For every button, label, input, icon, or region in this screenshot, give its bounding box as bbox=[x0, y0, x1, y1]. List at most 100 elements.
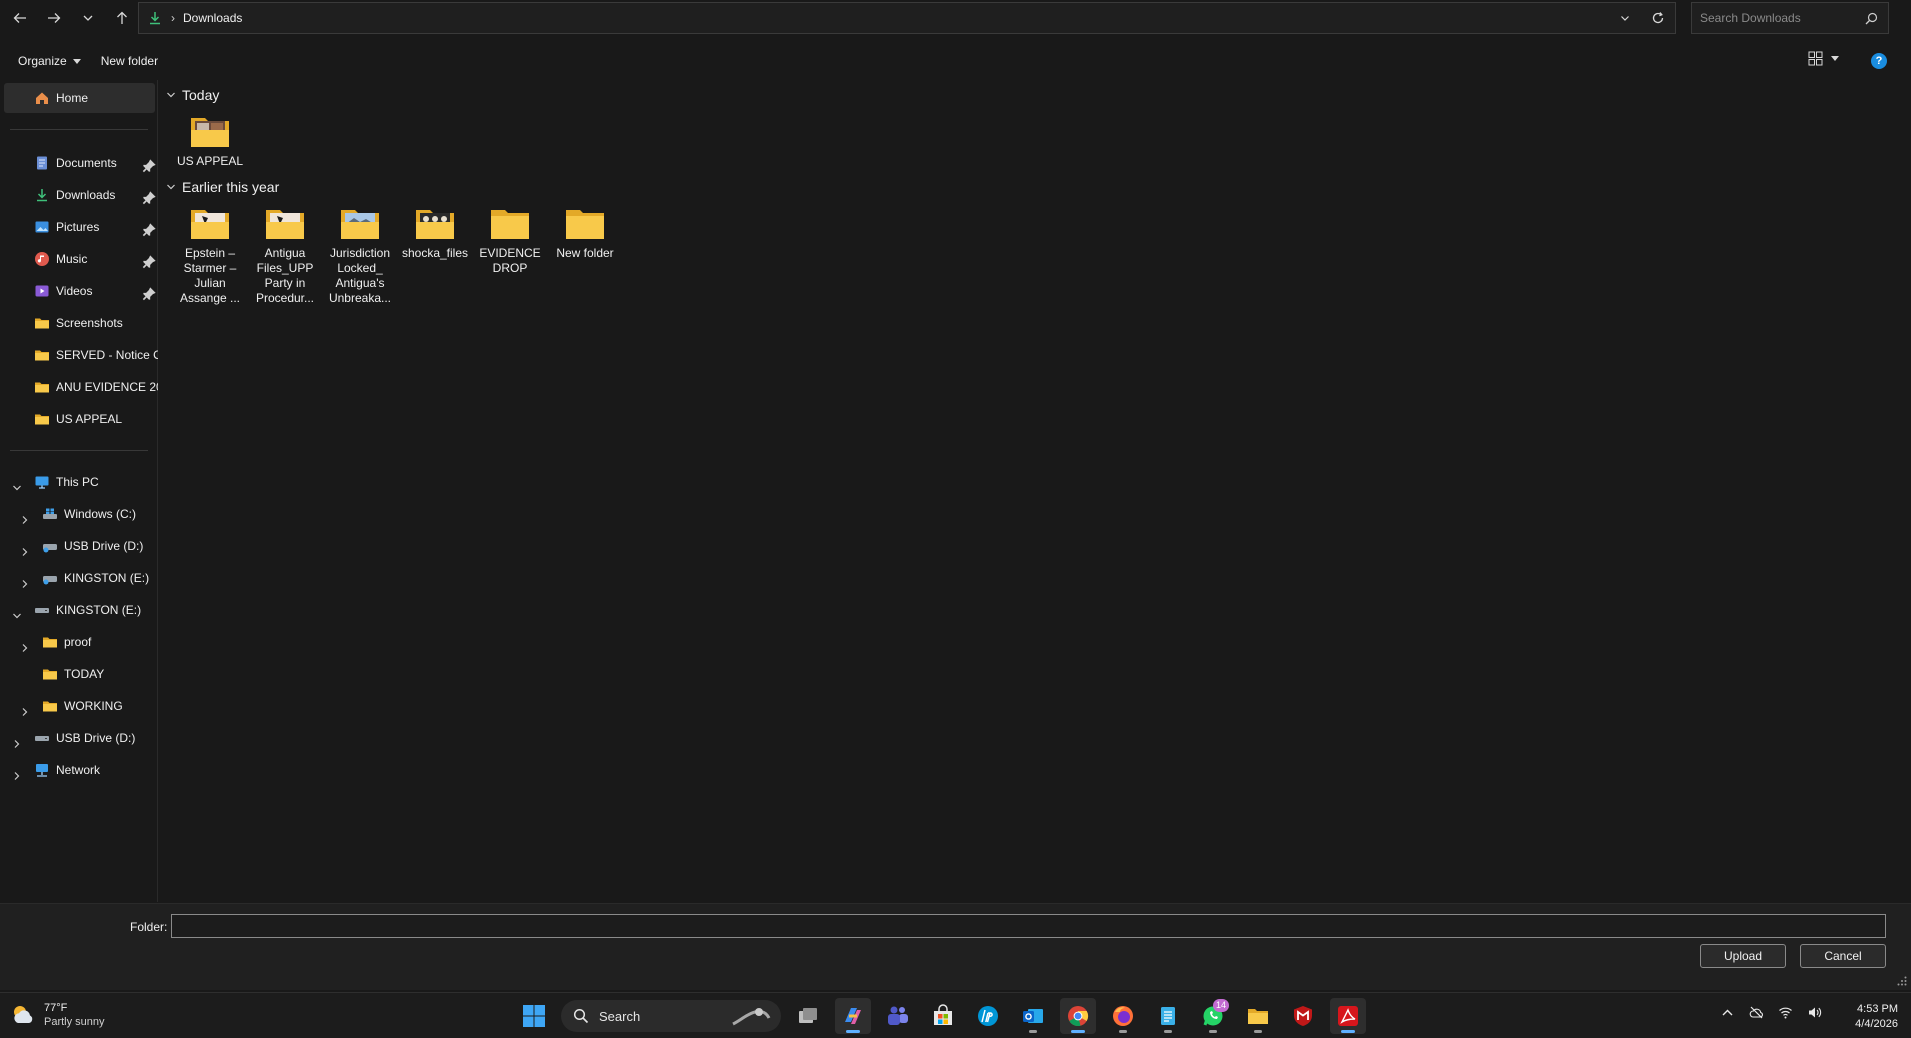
nav-this-pc[interactable]: This PC bbox=[34, 467, 158, 497]
nav-home[interactable]: Home bbox=[4, 83, 155, 113]
store-icon bbox=[934, 1004, 952, 1025]
back-button[interactable] bbox=[3, 0, 37, 36]
folder-item[interactable]: EVIDENCE DROP bbox=[474, 208, 546, 276]
nav-item-label: Pictures bbox=[56, 220, 100, 234]
cloud-off-icon[interactable] bbox=[1749, 1005, 1764, 1020]
nav-kingston-e-sub[interactable]: KINGSTON (E:) bbox=[42, 563, 158, 593]
nav-documents[interactable]: Documents bbox=[34, 148, 158, 178]
change-view-button[interactable] bbox=[1808, 51, 1839, 66]
nav-videos[interactable]: Videos bbox=[34, 276, 158, 306]
pin-icon[interactable] bbox=[142, 190, 157, 205]
nav-item-label: WORKING bbox=[64, 699, 123, 713]
resize-grip-icon[interactable] bbox=[1897, 976, 1907, 986]
nav-usb-drive-d-root[interactable]: USB Drive (D:) bbox=[34, 723, 158, 753]
folder-item[interactable]: US APPEAL bbox=[174, 116, 246, 169]
address-bar[interactable]: › Downloads bbox=[138, 2, 1676, 34]
nav-screenshots[interactable]: Screenshots bbox=[34, 308, 158, 338]
usb-drive-icon bbox=[43, 576, 57, 585]
grid-view-icon bbox=[1808, 51, 1823, 66]
volume-icon[interactable] bbox=[1807, 1005, 1822, 1020]
cancel-button[interactable]: Cancel bbox=[1800, 944, 1886, 968]
chevron-down-icon[interactable] bbox=[12, 483, 22, 493]
folder-item[interactable]: Jurisdiction Locked_ Antigua's Unbreaka.… bbox=[324, 208, 396, 306]
pin-icon[interactable] bbox=[142, 254, 157, 269]
pin-icon[interactable] bbox=[142, 286, 157, 301]
chevron-right-icon[interactable] bbox=[20, 515, 30, 525]
start-button[interactable] bbox=[516, 998, 552, 1034]
notification-badge: 14 bbox=[1212, 999, 1229, 1012]
weather-widget[interactable]: 77°F Partly sunny bbox=[10, 1001, 105, 1029]
nav-divider bbox=[10, 450, 148, 451]
nav-folder-today[interactable]: TODAY bbox=[42, 659, 158, 689]
taskbar-app-copilot[interactable] bbox=[835, 998, 871, 1034]
download-icon bbox=[37, 189, 47, 202]
chevron-right-icon[interactable] bbox=[20, 547, 30, 557]
chevron-right-icon[interactable] bbox=[12, 771, 22, 781]
clock-date: 4/4/2026 bbox=[1855, 1018, 1898, 1030]
chevron-right-icon[interactable] bbox=[20, 643, 30, 653]
folder-item[interactable]: Antigua Files_UPP Party in Procedur... bbox=[249, 208, 321, 306]
group-header-today[interactable]: Today bbox=[166, 87, 219, 103]
taskbar-app-acrobat[interactable] bbox=[1330, 998, 1366, 1034]
group-header-earlier-this-year[interactable]: Earlier this year bbox=[166, 179, 279, 195]
taskbar-search[interactable]: Search bbox=[561, 1000, 781, 1032]
pin-icon[interactable] bbox=[142, 222, 157, 237]
wifi-icon[interactable] bbox=[1778, 1005, 1793, 1020]
usb-drive-icon bbox=[43, 544, 57, 553]
taskbar-app-firefox[interactable] bbox=[1105, 998, 1141, 1034]
nav-downloads[interactable]: Downloads bbox=[34, 180, 158, 210]
nav-folder-working[interactable]: WORKING bbox=[42, 691, 158, 721]
taskbar-app-outlook[interactable] bbox=[1015, 998, 1051, 1034]
nav-item-label: KINGSTON (E:) bbox=[64, 571, 150, 585]
photo-folder-icon bbox=[341, 210, 379, 239]
breadcrumb-downloads[interactable]: Downloads bbox=[183, 11, 242, 25]
folder-item[interactable]: Epstein – Starmer – Julian Assange ... bbox=[174, 208, 246, 306]
nav-served-notice[interactable]: SERVED - Notice Of bbox=[34, 340, 158, 370]
chevron-down-icon[interactable] bbox=[12, 611, 22, 621]
organize-button[interactable]: Organize bbox=[8, 48, 91, 74]
chevron-right-icon[interactable] bbox=[20, 579, 30, 589]
refresh-icon[interactable] bbox=[1651, 11, 1665, 25]
teams-icon bbox=[888, 1006, 908, 1025]
nav-kingston-e[interactable]: KINGSTON (E:) bbox=[34, 595, 158, 625]
forward-button[interactable] bbox=[37, 0, 71, 36]
nav-item-label: Videos bbox=[56, 284, 93, 298]
pin-icon[interactable] bbox=[142, 158, 157, 173]
nav-music[interactable]: Music bbox=[34, 244, 158, 274]
address-history-chevron-icon[interactable] bbox=[1619, 12, 1631, 24]
task-view-button[interactable] bbox=[790, 998, 826, 1034]
nav-pictures[interactable]: Pictures bbox=[34, 212, 158, 242]
taskbar-app-whatsapp[interactable]: 14 bbox=[1195, 998, 1231, 1034]
taskbar-app-file-explorer[interactable] bbox=[1240, 998, 1276, 1034]
taskbar-app-store[interactable] bbox=[925, 998, 961, 1034]
help-button[interactable]: ? bbox=[1871, 53, 1887, 69]
chevron-right-icon[interactable] bbox=[12, 739, 22, 749]
taskbar-clock[interactable]: 4:53 PM 4/4/2026 bbox=[1838, 1002, 1898, 1032]
nav-folder-proof[interactable]: proof bbox=[42, 627, 158, 657]
search-box[interactable] bbox=[1691, 2, 1889, 34]
upload-button[interactable]: Upload bbox=[1700, 944, 1786, 968]
nav-network[interactable]: Network bbox=[34, 755, 158, 785]
taskbar-app-chrome[interactable] bbox=[1060, 998, 1096, 1034]
taskbar-app-hp[interactable] bbox=[970, 998, 1006, 1034]
nav-anu-evidence[interactable]: ANU EVIDENCE 202 bbox=[34, 372, 158, 402]
folder-icon bbox=[35, 414, 49, 425]
nav-usb-drive-d[interactable]: USB Drive (D:) bbox=[42, 531, 158, 561]
new-folder-button[interactable]: New folder bbox=[91, 48, 168, 74]
chevron-up-icon[interactable] bbox=[1720, 1005, 1735, 1020]
taskbar-app-teams[interactable] bbox=[880, 998, 916, 1034]
nav-windows-c[interactable]: Windows (C:) bbox=[42, 499, 158, 529]
folder-name: Antigua Files_UPP Party in Procedur... bbox=[255, 246, 315, 305]
chevron-right-icon[interactable] bbox=[20, 707, 30, 717]
folder-name-input[interactable] bbox=[171, 914, 1886, 938]
recent-locations-button[interactable] bbox=[71, 0, 105, 36]
search-input[interactable] bbox=[1700, 11, 1860, 25]
folder-item[interactable]: shocka_files bbox=[399, 208, 471, 261]
taskbar-app-notepad[interactable] bbox=[1150, 998, 1186, 1034]
folder-name: shocka_files bbox=[401, 246, 469, 260]
up-button[interactable] bbox=[105, 0, 139, 36]
taskbar-app-mcafee[interactable] bbox=[1285, 998, 1321, 1034]
nav-us-appeal[interactable]: US APPEAL bbox=[34, 404, 158, 434]
folder-item[interactable]: New folder bbox=[549, 208, 621, 261]
folder-name: Epstein – Starmer – Julian Assange ... bbox=[179, 246, 241, 305]
